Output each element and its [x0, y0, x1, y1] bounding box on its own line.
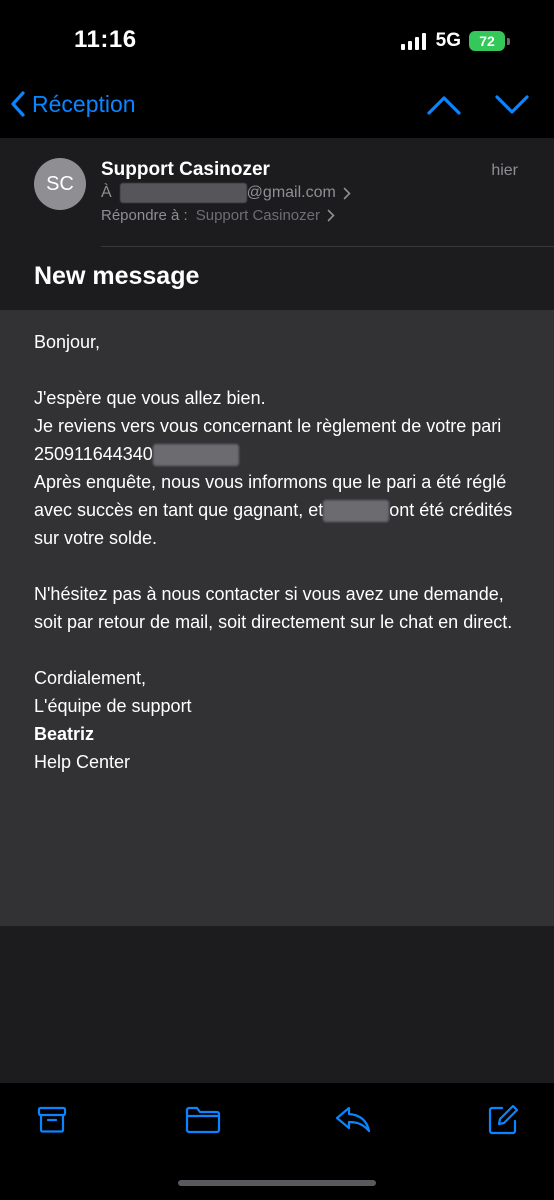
compose-button[interactable]	[486, 1103, 520, 1142]
message-date: hier	[491, 162, 518, 179]
folder-icon	[185, 1106, 221, 1134]
redacted-bet-number	[152, 444, 239, 467]
status-bar: 11:16 5G 72	[0, 0, 554, 80]
chevron-right-icon	[327, 209, 335, 222]
reply-button[interactable]	[334, 1103, 372, 1140]
chevron-down-icon	[495, 95, 529, 114]
sender-name[interactable]: Support Casinozer	[101, 159, 270, 181]
archive-icon	[37, 1106, 67, 1133]
chevron-up-icon	[427, 96, 461, 115]
move-to-folder-button[interactable]	[184, 1103, 222, 1140]
signal-icon	[400, 32, 426, 50]
message-text: Bonjour, J'espère que vous allez bien. J…	[34, 328, 524, 776]
body-line-3: Après enquête, nous vous informons que l…	[34, 472, 513, 548]
body-line-4: N'hésitez pas à nous contacter si vous a…	[34, 584, 513, 632]
redacted-amount	[323, 500, 390, 523]
reply-name: Support Casinozer	[195, 207, 320, 224]
status-indicators: 5G 72	[400, 30, 510, 52]
archive-button[interactable]	[36, 1103, 68, 1140]
nav-bar: Réception	[0, 80, 554, 138]
reply-prefix: Répondre à :	[101, 207, 188, 224]
chevron-left-icon	[11, 91, 25, 117]
recipient-row[interactable]: À @gmail.com	[101, 183, 351, 203]
header-divider	[101, 246, 554, 247]
signature-title: Help Center	[34, 752, 131, 772]
signature-name: Beatriz	[34, 724, 95, 744]
message-header: SC Support Casinozer hier À @gmail.com R…	[0, 138, 554, 310]
next-message-button[interactable]	[492, 92, 532, 123]
closing-2: L'équipe de support	[34, 696, 192, 716]
chevron-right-icon	[343, 187, 351, 199]
back-button[interactable]: Réception	[10, 90, 136, 118]
previous-message-button[interactable]	[424, 92, 464, 123]
greeting: Bonjour,	[34, 332, 101, 352]
battery-icon: 72	[469, 31, 510, 51]
mail-screen: 11:16 5G 72 Réception SC Support Casinoz…	[0, 0, 554, 1200]
compose-icon	[488, 1104, 519, 1135]
message-body: Bonjour, J'espère que vous allez bien. J…	[0, 310, 554, 926]
message-subject: New message	[34, 262, 200, 290]
reply-to-row[interactable]: Répondre à : Support Casinozer	[101, 207, 335, 224]
avatar[interactable]: SC	[34, 158, 86, 210]
body-line-2: Je reviens vers vous concernant le règle…	[34, 412, 524, 468]
redacted-recipient	[119, 183, 247, 203]
closing-1: Cordialement,	[34, 668, 147, 688]
reply-icon	[335, 1106, 371, 1133]
status-time: 11:16	[74, 26, 137, 53]
body-line-1: J'espère que vous allez bien.	[34, 388, 266, 408]
network-label: 5G	[435, 30, 461, 51]
battery-level: 72	[469, 31, 505, 51]
home-indicator[interactable]	[178, 1180, 376, 1186]
to-prefix: À	[101, 184, 112, 201]
back-label: Réception	[32, 90, 136, 117]
recipient-domain: @gmail.com	[246, 184, 336, 201]
